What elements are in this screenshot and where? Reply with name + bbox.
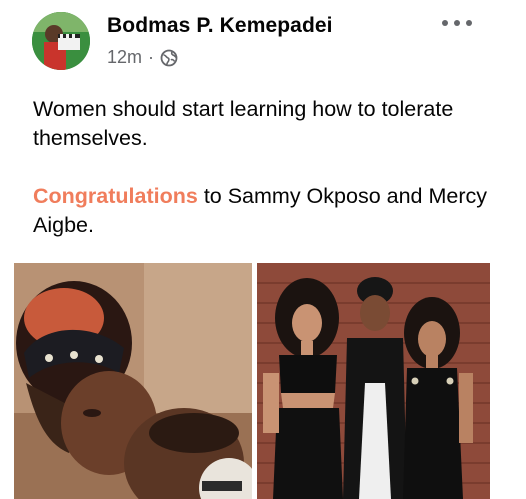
- avatar[interactable]: [32, 12, 90, 70]
- more-dot: [442, 20, 448, 26]
- photo-right[interactable]: [257, 263, 490, 499]
- post-text-line1: Women should start learning how to toler…: [33, 97, 454, 150]
- post-header: Bodmas P. Kemepadei 12m ·: [32, 12, 510, 74]
- highlighted-word: Congratulations: [33, 184, 198, 208]
- post-text-paragraph2: Congratulations to Sammy Okposo and Merc…: [33, 182, 493, 240]
- facebook-post: Bodmas P. Kemepadei 12m · Women should s…: [0, 0, 526, 499]
- post-text: Women should start learning how to toler…: [33, 95, 493, 240]
- author-name[interactable]: Bodmas P. Kemepadei: [107, 14, 333, 38]
- meta-separator: ·: [148, 47, 155, 67]
- photo-grid: [14, 263, 490, 499]
- post-time[interactable]: 12m: [107, 47, 142, 68]
- globe-icon: [160, 49, 178, 67]
- more-options-icon[interactable]: [442, 16, 472, 30]
- photo-left[interactable]: [14, 263, 252, 499]
- more-dot: [466, 20, 472, 26]
- post-meta: 12m ·: [107, 47, 178, 68]
- more-dot: [454, 20, 460, 26]
